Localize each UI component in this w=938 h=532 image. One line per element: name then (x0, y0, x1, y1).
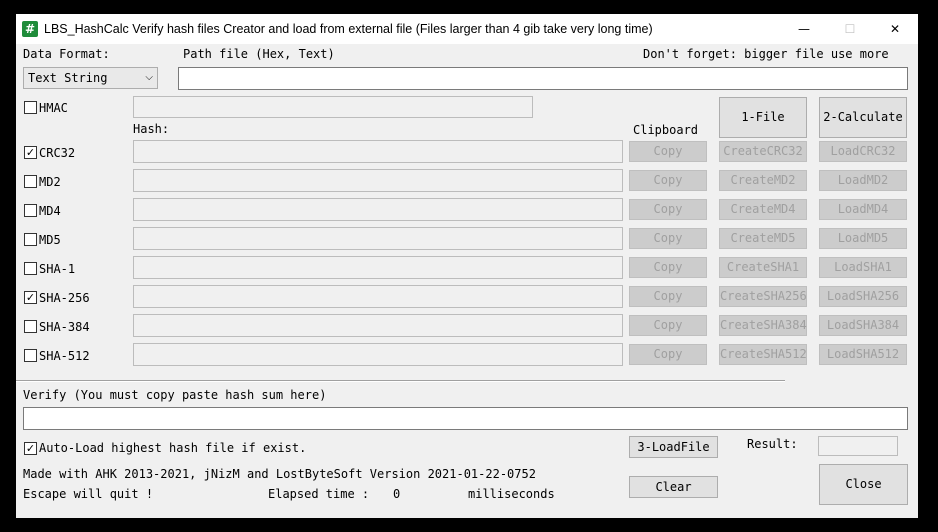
app-hash-icon: # (22, 21, 38, 37)
md5-create-button[interactable]: CreateMD5 (719, 228, 807, 249)
close-button[interactable]: Close (819, 464, 908, 505)
sha512-create-button[interactable]: CreateSHA512 (719, 344, 807, 365)
sha384-label: SHA-384 (39, 320, 90, 334)
sha256-label: SHA-256 (39, 291, 90, 305)
sha1-copy-button[interactable]: Copy (629, 257, 707, 278)
credits-text: Made with AHK 2013-2021, jNizM and LostB… (23, 467, 536, 481)
sha384-copy-button[interactable]: Copy (629, 315, 707, 336)
calculate-button[interactable]: 2-Calculate (819, 97, 907, 138)
app-window: # LBS_HashCalc Verify hash files Creator… (16, 14, 918, 518)
maximize-button: ☐ (844, 22, 856, 36)
file-button[interactable]: 1-File (719, 97, 807, 138)
escape-note: Escape will quit ! (23, 487, 154, 501)
hmac-key-input (133, 96, 533, 118)
sha256-hash-field (133, 285, 623, 308)
crc32-copy-button[interactable]: Copy (629, 141, 707, 162)
md2-copy-button[interactable]: Copy (629, 170, 707, 191)
title-bar: # LBS_HashCalc Verify hash files Creator… (16, 14, 918, 44)
sha256-load-button[interactable]: LoadSHA256 (819, 286, 907, 307)
md2-label: MD2 (39, 175, 61, 189)
sha512-label: SHA-512 (39, 349, 90, 363)
elapsed-unit: milliseconds (468, 487, 555, 501)
crc32-hash-field (133, 140, 623, 163)
sha384-hash-field (133, 314, 623, 337)
sha512-load-button[interactable]: LoadSHA512 (819, 344, 907, 365)
crc32-load-button[interactable]: LoadCRC32 (819, 141, 907, 162)
md5-label: MD5 (39, 233, 61, 247)
sha384-checkbox[interactable] (24, 320, 37, 333)
sha256-checkbox[interactable]: ✓ (24, 291, 37, 304)
sha1-create-button[interactable]: CreateSHA1 (719, 257, 807, 278)
hmac-checkbox[interactable] (24, 101, 37, 114)
md2-create-button[interactable]: CreateMD2 (719, 170, 807, 191)
sha256-create-button[interactable]: CreateSHA256 (719, 286, 807, 307)
sha1-label: SHA-1 (39, 262, 76, 276)
md4-checkbox[interactable] (24, 204, 37, 217)
clipboard-column-label: Clipboard (633, 123, 699, 137)
sha512-checkbox[interactable] (24, 349, 37, 362)
md2-hash-field (133, 169, 623, 192)
elapsed-label: Elapsed time : (268, 487, 370, 501)
md2-load-button[interactable]: LoadMD2 (819, 170, 907, 191)
crc32-create-button[interactable]: CreateCRC32 (719, 141, 807, 162)
sha384-create-button[interactable]: CreateSHA384 (719, 315, 807, 336)
close-window-button[interactable]: ✕ (872, 14, 918, 44)
data-format-label: Data Format: (23, 47, 110, 61)
crc32-label: CRC32 (39, 146, 76, 160)
md5-checkbox[interactable] (24, 233, 37, 246)
path-file-input[interactable] (178, 67, 908, 90)
verify-input[interactable] (23, 407, 908, 430)
md5-copy-button[interactable]: Copy (629, 228, 707, 249)
sha1-hash-field (133, 256, 623, 279)
md4-copy-button[interactable]: Copy (629, 199, 707, 220)
clear-button[interactable]: Clear (629, 476, 718, 498)
sha256-copy-button[interactable]: Copy (629, 286, 707, 307)
crc32-checkbox[interactable]: ✓ (24, 146, 37, 159)
sha512-copy-button[interactable]: Copy (629, 344, 707, 365)
load-file-button[interactable]: 3-LoadFile (629, 436, 718, 458)
sha384-load-button[interactable]: LoadSHA384 (819, 315, 907, 336)
hmac-label: HMAC (39, 101, 68, 115)
elapsed-value: 0 (393, 487, 401, 501)
hash-column-label: Hash: (133, 122, 170, 136)
result-field (818, 436, 898, 456)
md4-hash-field (133, 198, 623, 221)
window-title: LBS_HashCalc Verify hash files Creator a… (44, 22, 653, 36)
sha1-checkbox[interactable] (24, 262, 37, 275)
verify-label: Verify (You must copy paste hash sum her… (23, 388, 327, 402)
md4-load-button[interactable]: LoadMD4 (819, 199, 907, 220)
data-format-value: Text String (28, 71, 108, 85)
sha512-hash-field (133, 343, 623, 366)
chevron-down-icon: ⌵ (145, 72, 153, 83)
md4-label: MD4 (39, 204, 61, 218)
autoload-checkbox[interactable]: ✓ (24, 442, 37, 455)
md5-hash-field (133, 227, 623, 250)
data-format-select[interactable]: Text String ⌵ (23, 67, 158, 89)
md5-load-button[interactable]: LoadMD5 (819, 228, 907, 249)
bigger-file-note: Don't forget: bigger file use more (643, 47, 889, 61)
autoload-label: Auto-Load highest hash file if exist. (39, 441, 307, 455)
minimize-button[interactable]: — (781, 14, 827, 44)
sha1-load-button[interactable]: LoadSHA1 (819, 257, 907, 278)
md2-checkbox[interactable] (24, 175, 37, 188)
path-file-label: Path file (Hex, Text) (183, 47, 335, 61)
separator (16, 380, 785, 382)
result-label: Result: (747, 437, 798, 451)
md4-create-button[interactable]: CreateMD4 (719, 199, 807, 220)
